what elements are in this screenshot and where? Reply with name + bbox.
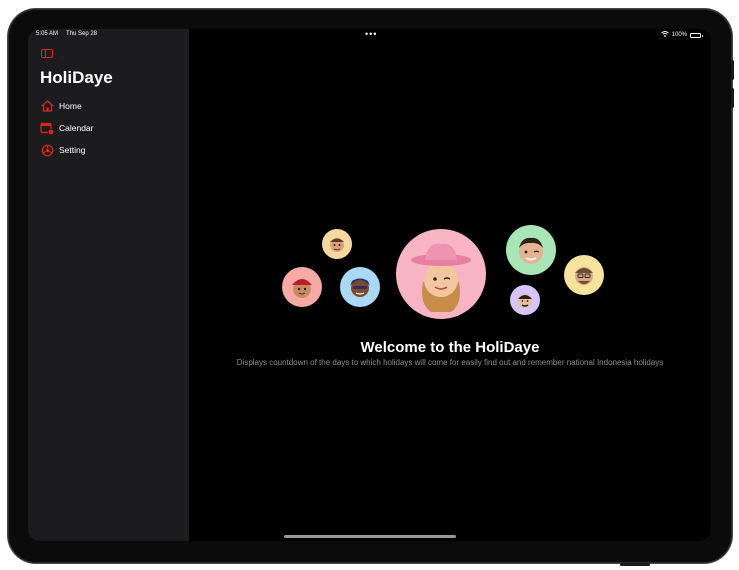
sidebar-item-calendar[interactable]: Calendar — [40, 117, 180, 139]
memoji-avatar-1 — [282, 267, 322, 307]
screen: HoliDaye Home Calendar Setting 5:05 AM T… — [28, 29, 711, 541]
sidebar-item-label: Calendar — [59, 123, 94, 133]
welcome-description: Displays countdown of the days to which … — [236, 358, 664, 367]
house-icon — [40, 99, 54, 113]
memoji-avatar-3 — [340, 267, 380, 307]
memoji-avatar-5 — [564, 255, 604, 295]
top-button — [620, 563, 650, 566]
home-indicator[interactable] — [284, 535, 456, 538]
sidebar-item-label: Home — [59, 101, 82, 111]
app-title: HoliDaye — [40, 68, 113, 87]
sidebar-item-label: Setting — [59, 145, 86, 155]
sidebar-nav: Home Calendar Setting — [40, 95, 180, 161]
sidebar-toggle-icon[interactable] — [41, 49, 53, 58]
memoji-avatar-main — [396, 229, 486, 319]
memoji-avatar-2 — [322, 229, 352, 259]
welcome-title: Welcome to the HoliDaye — [360, 339, 540, 356]
gear-icon — [40, 143, 54, 157]
status-date: Thu Sep 28 — [66, 31, 98, 37]
sidebar-item-home[interactable]: Home — [40, 95, 180, 117]
volume-button-bottom — [731, 88, 734, 108]
main-content: Welcome to the HoliDaye Displays countdo… — [189, 29, 711, 541]
sidebar-item-setting[interactable]: Setting — [40, 139, 180, 161]
calendar-badge-icon — [40, 121, 54, 135]
sidebar: HoliDaye Home Calendar Setting — [28, 29, 189, 541]
memoji-avatar-6 — [510, 285, 540, 315]
memoji-avatar-4 — [506, 225, 556, 275]
volume-button-top — [731, 60, 734, 80]
status-time: 5:05 AM — [36, 31, 59, 37]
